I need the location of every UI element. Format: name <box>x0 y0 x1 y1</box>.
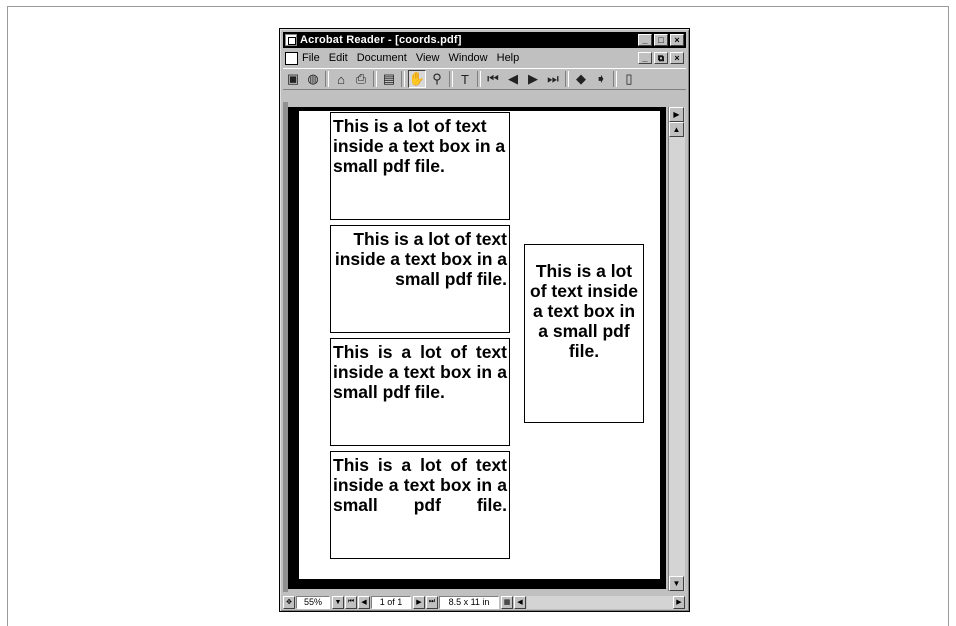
menu-window[interactable]: Window <box>449 52 488 64</box>
page-size-field: 8.5 x 11 in <box>439 595 499 609</box>
figure-frame-top <box>7 6 949 7</box>
scroll-right-icon[interactable]: ▶ <box>673 595 685 609</box>
prev-page-icon[interactable]: ◀ <box>504 70 522 88</box>
horizontal-scrollbar[interactable] <box>527 595 673 609</box>
figure-frame-left <box>7 6 8 626</box>
text-box-force-justified: This is a lot of text inside a text box … <box>330 451 510 559</box>
close-button[interactable]: × <box>670 34 684 46</box>
menu-bar: File Edit Document View Window Help _ ⧉ … <box>283 50 686 66</box>
zoom-dropdown-icon[interactable]: ▼ <box>332 595 344 609</box>
thumbnails-icon[interactable]: ▣ <box>284 70 302 88</box>
zoom-field[interactable]: 55% <box>296 595 330 609</box>
page-layout-icon[interactable]: ▦ <box>501 595 513 609</box>
next-page-button[interactable]: ▶ <box>413 595 425 609</box>
text-box-right-aligned: This is a lot of text inside a text box … <box>330 225 510 333</box>
menu-view[interactable]: View <box>416 52 440 64</box>
acrobat-window: Acrobat Reader - [coords.pdf] _ □ × File… <box>279 28 690 612</box>
fit-icon[interactable]: ▯ <box>620 70 638 88</box>
figure-frame-right <box>948 6 949 626</box>
print-icon[interactable]: ⎙ <box>352 70 370 88</box>
web-icon[interactable]: ◍ <box>304 70 322 88</box>
text-box-centered: This is a lot of text inside a text box … <box>524 244 644 423</box>
doc-close-button[interactable]: × <box>670 52 684 64</box>
first-page-button[interactable]: ⏮ <box>345 595 357 609</box>
page-right-icon[interactable]: ▶ <box>669 107 684 122</box>
pdf-page[interactable]: This is a lot of text inside a text box … <box>299 111 660 579</box>
document-control-icon[interactable] <box>285 51 298 65</box>
last-page-icon[interactable]: ⏭ <box>544 70 562 88</box>
text-box-left-aligned: This is a lot of text inside a text box … <box>330 112 510 220</box>
document-area: This is a lot of text inside a text box … <box>283 92 686 592</box>
hand-icon[interactable]: ✋ <box>408 70 426 88</box>
zoom-icon[interactable]: ⚲ <box>428 70 446 88</box>
menu-help[interactable]: Help <box>497 52 520 64</box>
toolbar: ▣ ◍ ⌂ ⎙ ▤ ✋ ⚲ T ⏮ ◀ ▶ ⏭ ◆ ➧ ▯ <box>283 68 686 90</box>
acrobat-app-icon[interactable] <box>285 34 297 46</box>
last-page-button[interactable]: ⏭ <box>426 595 438 609</box>
forward-icon[interactable]: ➧ <box>592 70 610 88</box>
scroll-left-icon[interactable]: ◀ <box>514 595 526 609</box>
prev-page-button[interactable]: ◀ <box>358 595 370 609</box>
page-number-field[interactable]: 1 of 1 <box>371 595 411 609</box>
window-title: Acrobat Reader - [coords.pdf] <box>300 34 462 46</box>
doc-minimize-button[interactable]: _ <box>638 52 652 64</box>
scroll-up-icon[interactable]: ▲ <box>669 122 684 137</box>
menu-file[interactable]: File <box>302 52 320 64</box>
open-icon[interactable]: ⌂ <box>332 70 350 88</box>
maximize-button[interactable]: □ <box>654 34 668 46</box>
title-bar[interactable]: Acrobat Reader - [coords.pdf] _ □ × <box>283 32 686 48</box>
back-icon[interactable]: ◆ <box>572 70 590 88</box>
menu-edit[interactable]: Edit <box>329 52 348 64</box>
minimize-button[interactable]: _ <box>638 34 652 46</box>
text-select-icon[interactable]: T <box>456 70 474 88</box>
menu-document[interactable]: Document <box>357 52 407 64</box>
text-box-justified: This is a lot of text inside a text box … <box>330 338 510 446</box>
status-bar: ✥ 55% ▼ ⏮ ◀ 1 of 1 ▶ ⏭ 8.5 x 11 in ▦ ◀ ▶ <box>283 594 686 610</box>
next-page-icon[interactable]: ▶ <box>524 70 542 88</box>
scroll-down-icon[interactable]: ▼ <box>669 576 684 591</box>
move-icon[interactable]: ✥ <box>283 595 295 609</box>
vertical-scrollbar[interactable]: ▶ ▲ ▼ <box>668 107 685 591</box>
page-icon[interactable]: ▤ <box>380 70 398 88</box>
first-page-icon[interactable]: ⏮ <box>484 70 502 88</box>
doc-restore-button[interactable]: ⧉ <box>654 52 668 64</box>
